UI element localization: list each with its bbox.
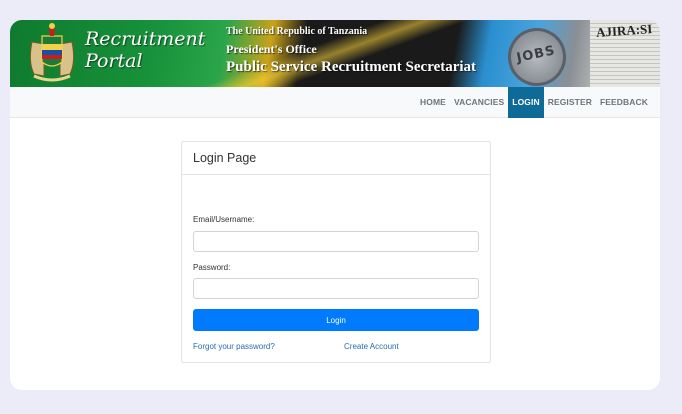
coat-of-arms-icon [29, 23, 75, 82]
login-panel: Login Page Email/Username: Password: Log… [181, 141, 491, 363]
password-input[interactable] [193, 278, 479, 299]
top-navbar: HOME VACANCIES LOGIN REGISTER FEEDBACK [10, 87, 660, 118]
main-card: Recruitment Portal The United Republic o… [10, 20, 660, 390]
password-label: Password: [193, 263, 231, 272]
nav-home[interactable]: HOME [416, 87, 450, 118]
forgot-password-link[interactable]: Forgot your password? [193, 342, 275, 351]
portal-title-line2: Portal [85, 50, 143, 72]
republic-name: The United Republic of Tanzania [226, 26, 368, 37]
secretariat-name: Public Service Recruitment Secretariat [226, 59, 477, 75]
login-button[interactable]: Login [193, 309, 479, 331]
nav-login[interactable]: LOGIN [508, 87, 544, 118]
username-label: Email/Username: [193, 215, 255, 224]
jobs-stamp-text: JOBS [515, 43, 557, 67]
nav-feedback[interactable]: FEEDBACK [596, 87, 652, 118]
portal-title-line1: Recruitment [85, 28, 206, 50]
office-name: President's Office [226, 42, 317, 56]
login-panel-title: Login Page [182, 142, 490, 175]
newspaper-headline: AJIRA:SI [595, 21, 653, 40]
nav-vacancies[interactable]: VACANCIES [450, 87, 508, 118]
newspaper-image: AJIRA:SI [590, 20, 660, 87]
nav-menu: HOME VACANCIES LOGIN REGISTER FEEDBACK [416, 87, 652, 118]
portal-title: Recruitment Portal [85, 28, 205, 72]
create-account-link[interactable]: Create Account [344, 342, 399, 351]
nav-register[interactable]: REGISTER [544, 87, 596, 118]
government-heading: The United Republic of Tanzania Presiden… [226, 26, 476, 76]
username-input[interactable] [193, 231, 479, 252]
header-banner: Recruitment Portal The United Republic o… [10, 20, 660, 87]
